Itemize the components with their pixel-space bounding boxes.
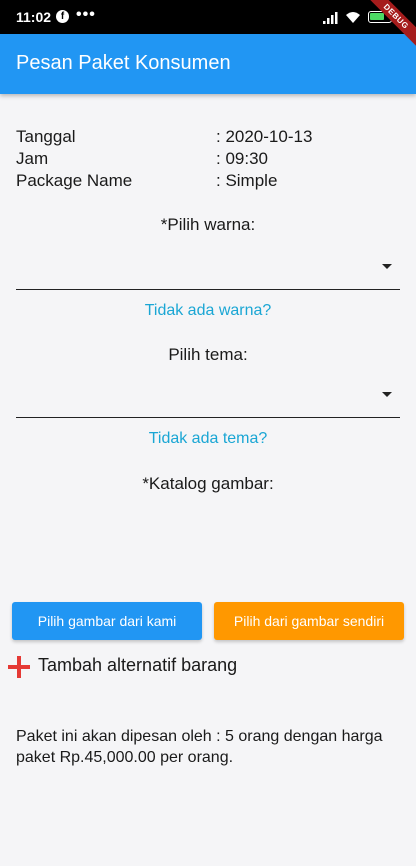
signal-icon [323,12,338,24]
no-color-link[interactable]: Tidak ada warna? [0,302,416,320]
plus-icon [8,656,30,678]
info-row-time: Jam : 09:30 [16,148,312,170]
info-value: : 09:30 [216,149,268,168]
debug-banner: DEBUG [356,0,416,60]
tema-dropdown[interactable] [16,378,400,418]
info-value: : 2020-10-13 [216,127,313,146]
order-summary-text: Paket ini akan dipesan oleh : 5 orang de… [16,728,383,766]
warna-dropdown[interactable] [16,250,400,290]
pick-image-from-us-button[interactable]: Pilih gambar dari kami [12,602,202,640]
warna-label: *Pilih warna: [160,215,256,234]
dropdown-arrow-icon [382,392,392,397]
more-notifications-icon: ••• [76,6,96,23]
status-time: 11:02 [16,9,52,25]
info-label: Tanggal [16,127,76,146]
info-value: : Simple [216,171,278,190]
info-label: Jam [16,149,49,168]
no-theme-link[interactable]: Tidak ada tema? [0,430,416,448]
pick-own-image-button[interactable]: Pilih dari gambar sendiri [214,602,404,640]
tema-label: Pilih tema: [168,345,248,364]
dropdown-arrow-icon [382,264,392,269]
page-title: Pesan Paket Konsumen [16,52,231,74]
app-bar: Pesan Paket Konsumen [0,34,416,94]
order-info: Tanggal : 2020-10-13 Jam : 09:30 Package… [16,126,312,192]
info-label: Package Name [16,171,133,190]
facebook-icon: f [56,10,69,23]
info-row-date: Tanggal : 2020-10-13 [16,126,312,148]
add-alternative-label: Tambah alternatif barang [38,655,238,675]
info-row-package: Package Name : Simple [16,170,312,192]
catalog-label: *Katalog gambar: [142,474,274,493]
status-bar: 11:02 f ••• [0,0,416,34]
